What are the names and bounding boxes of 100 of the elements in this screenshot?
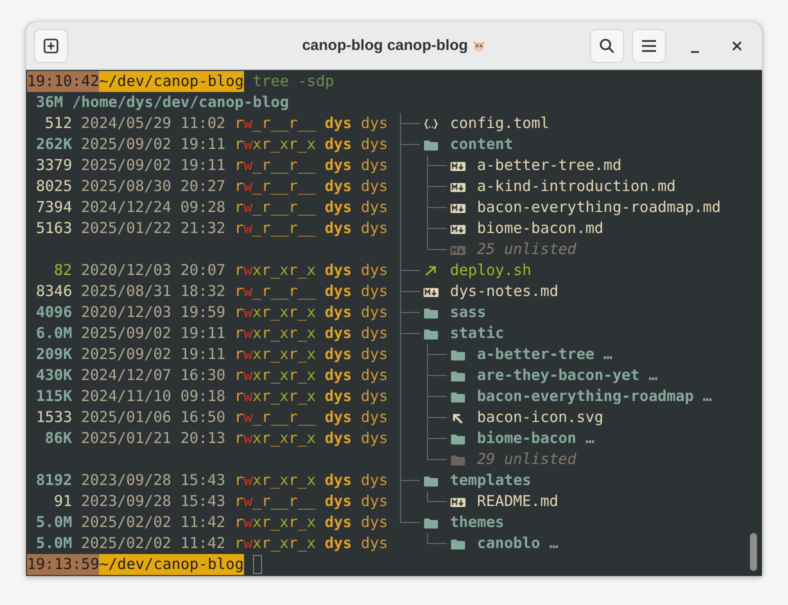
file-group: dys — [360, 323, 388, 344]
file-owner: dys — [324, 323, 352, 344]
markdown-icon — [450, 496, 466, 508]
file-name: content — [450, 134, 514, 155]
file-group: dys — [360, 281, 388, 302]
file-size: 209K — [36, 344, 72, 365]
file-date: 2025/01/06 — [81, 407, 172, 428]
file-permissions: rwxr_xr_x — [234, 428, 316, 449]
folder-icon — [423, 516, 439, 528]
file-group: dys — [360, 218, 388, 239]
file-size: 5.0M — [36, 533, 72, 554]
file-name: dys-notes.md — [450, 281, 558, 302]
window-title: canop-blog canop-blog — [302, 36, 468, 56]
file-size: 6.0M — [36, 323, 72, 344]
file-permissions: rw_r__r__ — [234, 218, 316, 239]
file-permissions: rwxr_xr_x — [234, 323, 316, 344]
folder-icon — [450, 370, 466, 382]
file-group: dys — [360, 260, 388, 281]
file-size: 1533 — [36, 407, 72, 428]
file-name: canoblo … — [477, 533, 558, 554]
file-date: 2025/01/22 — [81, 218, 172, 239]
file-owner: dys — [324, 365, 352, 386]
file-date: 2025/02/02 — [81, 512, 172, 533]
file-date: 2025/08/30 — [81, 176, 172, 197]
file-time: 19:11 — [180, 155, 226, 176]
file-permissions: rwxr_xr_x — [234, 134, 316, 155]
file-date: 2023/09/28 — [81, 491, 172, 512]
file-time: 20:27 — [180, 176, 226, 197]
file-date: 2025/09/02 — [81, 155, 172, 176]
file-size: 82 — [52, 260, 72, 281]
file-date: 2025/02/02 — [81, 533, 172, 554]
file-time: 15:43 — [180, 491, 226, 512]
cow-icon — [472, 39, 486, 53]
file-name: bacon-everything-roadmap.md — [477, 197, 721, 218]
minimize-icon — [690, 50, 700, 52]
file-owner: dys — [324, 281, 352, 302]
file-date: 2024/12/24 — [81, 197, 172, 218]
search-button[interactable] — [590, 28, 624, 62]
file-group: dys — [360, 533, 388, 554]
file-group: dys — [360, 155, 388, 176]
file-permissions: rw_r__r__ — [234, 176, 316, 197]
file-owner: dys — [324, 260, 352, 281]
file-time: 18:32 — [180, 281, 226, 302]
file-owner: dys — [324, 344, 352, 365]
file-name: a-better-tree.md — [477, 155, 622, 176]
search-icon — [599, 38, 615, 54]
folder-icon — [450, 390, 466, 402]
markdown-icon — [450, 160, 466, 172]
file-permissions: rwxr_xr_x — [234, 386, 316, 407]
file-size: 4096 — [36, 302, 72, 323]
file-name: bacon-everything-roadmap … — [477, 386, 712, 407]
file-owner: dys — [324, 470, 352, 491]
cursor — [252, 555, 262, 574]
file-time: 16:30 — [180, 365, 226, 386]
file-time: 19:59 — [180, 302, 226, 323]
file-date: 2023/09/28 — [81, 470, 172, 491]
file-owner: dys — [324, 197, 352, 218]
new-tab-icon — [43, 38, 59, 54]
file-permissions: rwxr_xr_x — [234, 344, 316, 365]
file-owner: dys — [324, 491, 352, 512]
file-owner: dys — [324, 176, 352, 197]
file-group: dys — [360, 428, 388, 449]
file-size: 8025 — [36, 176, 72, 197]
file-name: 25 unlisted — [477, 239, 576, 260]
file-owner: dys — [324, 512, 352, 533]
markdown-icon — [423, 286, 439, 298]
prompt-time: 19:10:42 — [27, 71, 100, 92]
file-group: dys — [360, 197, 388, 218]
root-path: 36M /home/dys/dev/canop-blog — [36, 92, 289, 113]
close-icon — [732, 40, 742, 50]
file-size: 5163 — [36, 218, 72, 239]
file-date: 2025/09/02 — [81, 134, 172, 155]
file-owner: dys — [324, 428, 352, 449]
markdown-icon — [450, 202, 466, 214]
file-time: 20:13 — [180, 428, 226, 449]
file-owner: dys — [324, 113, 352, 134]
file-permissions: rw_r__r__ — [234, 197, 316, 218]
file-date: 2025/09/02 — [81, 344, 172, 365]
new-tab-button[interactable] — [34, 28, 68, 62]
file-group: dys — [360, 134, 388, 155]
file-size: 430K — [36, 365, 72, 386]
file-date: 2024/11/10 — [81, 386, 172, 407]
folder-icon — [423, 306, 439, 318]
markdown-icon — [450, 222, 466, 234]
file-date: 2025/01/21 — [81, 428, 172, 449]
file-group: dys — [360, 491, 388, 512]
file-group: dys — [360, 344, 388, 365]
folder-icon — [450, 432, 466, 444]
prompt-path: ~/dev/canop-blog — [99, 71, 244, 92]
file-group: dys — [360, 386, 388, 407]
file-name: config.toml — [450, 113, 550, 134]
file-size: 262K — [36, 134, 72, 155]
arrow-icon — [423, 264, 439, 276]
file-name: bacon-icon.svg — [477, 407, 604, 428]
file-name: 29 unlisted — [477, 449, 576, 470]
menu-button[interactable] — [632, 28, 666, 62]
file-owner: dys — [324, 134, 352, 155]
markdown-icon — [450, 180, 466, 192]
file-name: a-kind-introduction.md — [477, 176, 676, 197]
file-owner: dys — [324, 407, 352, 428]
